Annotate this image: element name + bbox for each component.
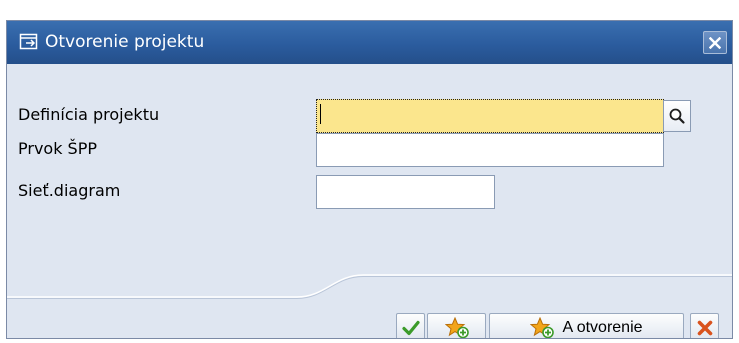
cancel-button[interactable] xyxy=(690,313,719,338)
footer-divider xyxy=(7,274,732,299)
close-button[interactable] xyxy=(703,31,727,54)
wbs-element-input[interactable] xyxy=(316,133,664,167)
dialog-title: Otvorenie projektu xyxy=(45,32,205,52)
create-and-open-label: A otvorenie xyxy=(562,318,643,336)
close-icon xyxy=(709,36,721,49)
create-button[interactable] xyxy=(427,313,486,338)
dialog-footer: A otvorenie xyxy=(7,273,732,338)
open-window-icon xyxy=(19,33,38,50)
network-input[interactable] xyxy=(316,175,495,209)
star-add-icon xyxy=(444,316,469,338)
search-help-button[interactable] xyxy=(663,100,691,132)
network-label: Sieť.diagram xyxy=(18,181,121,200)
x-icon xyxy=(697,320,712,335)
dialog-content: Definícia projektu Prvok ŠPP Sieť.diagra… xyxy=(7,64,732,338)
dialog-titlebar: Otvorenie projektu xyxy=(7,21,732,64)
project-definition-label: Definícia projektu xyxy=(18,105,160,124)
wbs-element-label: Prvok ŠPP xyxy=(18,139,98,158)
field-row-project-definition: Definícia projektu xyxy=(7,98,732,133)
field-row-network: Sieť.diagram xyxy=(7,174,732,209)
open-project-dialog: Otvorenie projektu Definícia projektu Pr… xyxy=(6,20,733,339)
project-definition-input[interactable] xyxy=(316,99,664,133)
checkmark-icon xyxy=(401,320,420,335)
field-row-wbs-element: Prvok ŠPP xyxy=(7,132,732,167)
search-icon xyxy=(669,108,685,124)
text-caret xyxy=(320,104,321,124)
star-add-icon xyxy=(530,316,555,338)
continue-button[interactable] xyxy=(396,313,425,338)
create-and-open-button[interactable]: A otvorenie xyxy=(489,313,684,338)
